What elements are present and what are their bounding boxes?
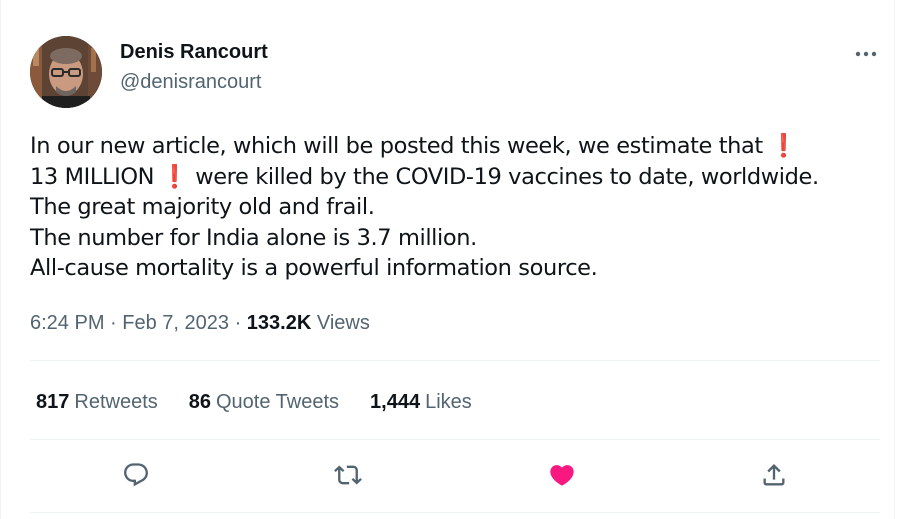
- retweets-count: 817: [36, 391, 70, 413]
- exclamation-emoji-icon: ❗: [160, 163, 189, 190]
- display-name[interactable]: Denis Rancourt: [120, 40, 268, 64]
- likes-stat[interactable]: 1,444 Likes: [370, 389, 472, 415]
- tweet-date[interactable]: Feb 7, 2023: [122, 312, 229, 334]
- avatar[interactable]: [30, 36, 102, 108]
- tweet-time[interactable]: 6:24 PM: [30, 312, 104, 334]
- divider: [30, 512, 880, 513]
- tweet-line-2-rest: were killed by the COVID-19 vaccines to …: [188, 163, 819, 190]
- tweet-header: Denis Rancourt @denisrancourt: [30, 36, 880, 108]
- views-link[interactable]: 133.2K Views: [247, 312, 370, 334]
- retweets-label: Retweets: [74, 391, 158, 413]
- views-count: 133.2K: [246, 312, 312, 334]
- exclamation-emoji-icon: ❗: [769, 133, 798, 159]
- retweet-button[interactable]: [328, 455, 368, 495]
- quote-tweets-label: Quote Tweets: [216, 391, 340, 413]
- retweets-stat[interactable]: 817 Retweets: [36, 389, 158, 415]
- author-names: Denis Rancourt @denisrancourt: [120, 40, 268, 94]
- tweet-line-2: 13 MILLION: [30, 163, 161, 190]
- avatar-photo-icon: [30, 36, 102, 108]
- likes-label: Likes: [425, 391, 472, 413]
- tweet-line-3: The great majority old and frail.: [30, 194, 375, 220]
- meta-separator: ·: [229, 312, 247, 334]
- heart-filled-icon: [550, 465, 574, 486]
- tweet-line-4: The number for India alone is 3.7 millio…: [30, 224, 477, 251]
- divider: [30, 439, 880, 440]
- quote-tweets-stat[interactable]: 86 Quote Tweets: [189, 389, 339, 415]
- user-handle[interactable]: @denisrancourt: [120, 70, 268, 94]
- divider: [30, 360, 880, 361]
- engagement-stats: 817 Retweets 86 Quote Tweets 1,444 Likes: [36, 389, 503, 415]
- tweet-meta: 6:24 PM · Feb 7, 2023 · 133.2K Views: [30, 310, 370, 336]
- views-label: Views: [311, 312, 370, 334]
- share-button[interactable]: [754, 455, 794, 495]
- tweet-line-5: All-cause mortality is a powerful inform…: [30, 255, 598, 281]
- like-button[interactable]: [542, 455, 582, 495]
- retweet-icon: [334, 465, 362, 485]
- action-bar: [30, 455, 880, 499]
- reply-button[interactable]: [116, 455, 156, 495]
- reply-icon: [124, 463, 148, 487]
- share-icon: [763, 464, 785, 486]
- left-border: [0, 0, 1, 519]
- quote-tweets-count: 86: [188, 391, 211, 413]
- tweet-line-1: In our new article, which will be posted…: [30, 133, 770, 159]
- likes-count: 1,444: [370, 391, 421, 413]
- meta-separator: ·: [104, 312, 123, 334]
- tweet-text: In our new article, which will be posted…: [30, 131, 880, 284]
- right-border: [894, 0, 895, 519]
- more-dots-icon[interactable]: [854, 44, 880, 64]
